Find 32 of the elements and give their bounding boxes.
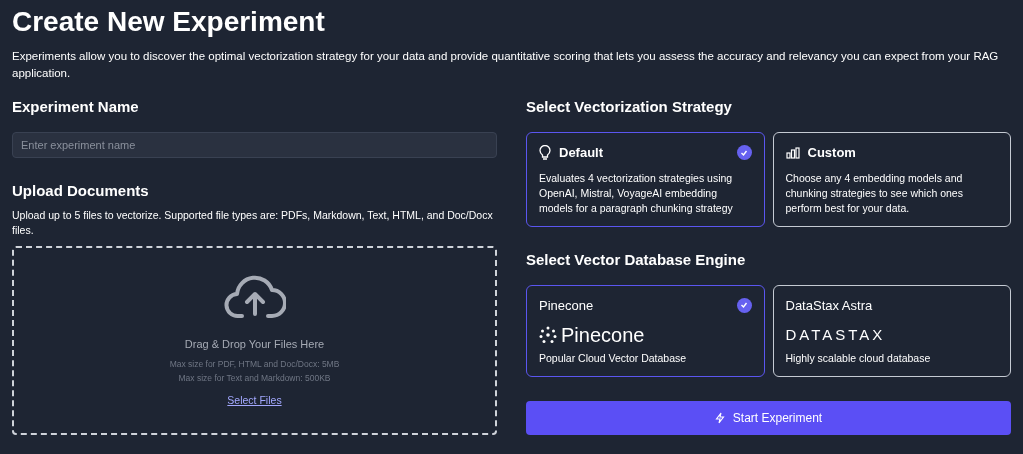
option-description: Highly scalable cloud database [785, 351, 932, 366]
logo-text: DATASTAX [785, 325, 886, 345]
select-files-link[interactable]: Select Files [227, 392, 282, 409]
drop-zone[interactable]: Drag & Drop Your Files Here Max size for PDF, HTML and Doc/Docx: 5MB Max size for Text and Markdown: 500KB Select Files [12, 246, 497, 435]
intro-text: Experiments allow you to discover the optimal vectorization strategy for your data and provide quantitative scoring that lets you assess the accuracy and relevancy you can expect from your RAG application. [12, 49, 1000, 81]
strategy-option-card[interactable]: Default Evaluates 4 vectorization strategies using OpenAI, Mistral, VoyageAI embedding models for a paragraph chunking strategy [526, 132, 765, 227]
lightbulb-icon [539, 145, 551, 161]
upload-description: Upload up to 5 files to vectorize. Supported file types are: PDFs, Markdown, Text, HTML, and Doc/Docx files. [12, 208, 494, 238]
name-input-field[interactable]: Enter experiment name [12, 132, 497, 158]
section-heading: Select Vector Database Engine [526, 250, 747, 269]
option-title: DataStax Astra [785, 296, 874, 315]
pinecone-logo-icon [539, 326, 557, 344]
database-option-card[interactable]: Pinecone Pinecone Popular Cloud Vector Database [526, 284, 765, 377]
logo-text: Pinecone [561, 323, 645, 347]
option-title: Default [559, 144, 605, 162]
strategy-option-card[interactable]: Custom Choose any 4 embedding models and chunking strategies to see which ones perform best for your data. [772, 132, 1011, 227]
start-experiment-button[interactable]: Start Experiment [526, 401, 1011, 435]
database-option-card[interactable]: DataStax Astra DATASTAX Highly scalable cloud database [772, 284, 1011, 377]
section-heading: Upload Documents [12, 182, 150, 200]
size-limit-text: Max size for Text and Markdown: 500KB [177, 371, 332, 385]
option-description: Popular Cloud Vector Database [539, 351, 688, 366]
size-limit-text: Max size for PDF, HTML and Doc/Docx: 5MB [169, 357, 340, 371]
option-title: Pinecone [539, 296, 595, 315]
section-heading: Select Vectorization Strategy [526, 98, 733, 116]
option-description: Choose any 4 embedding models and chunking strategies to see which ones perform best for your data. [785, 170, 964, 216]
option-title: Custom [807, 144, 857, 162]
option-description: Evaluates 4 vectorization strategies using OpenAI, Mistral, VoyageAI embedding models for a paragraph chunking strategy [539, 170, 734, 216]
lightning-icon [714, 412, 725, 424]
section-heading: Experiment Name [12, 98, 140, 116]
drop-title: Drag & Drop Your Files Here [184, 337, 325, 353]
page-title: Create New Experiment [12, 5, 326, 39]
bar-chart-icon [785, 146, 800, 159]
